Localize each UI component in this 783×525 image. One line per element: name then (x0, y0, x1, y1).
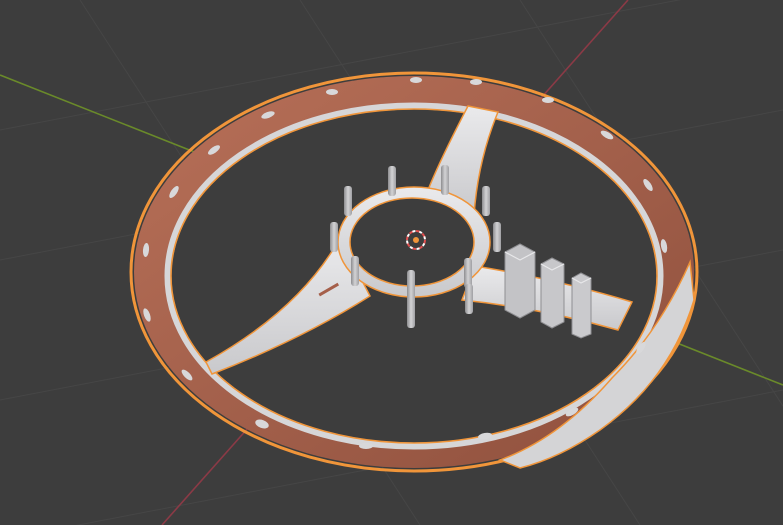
pin (344, 186, 352, 216)
pin (465, 284, 473, 314)
pin (441, 165, 449, 195)
hex-bolt-medium (540, 257, 565, 329)
hex-bolt-large (504, 243, 536, 319)
object-origin-icon (413, 237, 419, 243)
pin (482, 186, 490, 216)
pin (388, 166, 396, 196)
pin (330, 222, 338, 252)
pin (351, 256, 359, 286)
pin (493, 222, 501, 252)
3d-viewport[interactable] (0, 0, 783, 525)
pin (407, 270, 415, 328)
steering-wheel[interactable] (129, 71, 699, 473)
pin (464, 258, 472, 288)
